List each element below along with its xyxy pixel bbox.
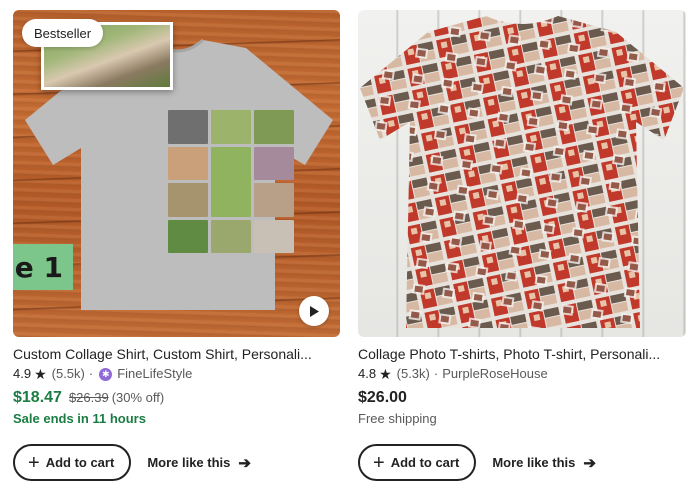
rating-row: 4.8 ★ (5.3k) · PurpleRoseHouse (358, 366, 686, 382)
more-like-this-label: More like this (492, 455, 576, 470)
rating-value: 4.8 (358, 366, 377, 381)
listing-actions-1: + Add to cart More like this ➔ (13, 444, 251, 481)
separator-dot: · (88, 366, 94, 381)
listing-actions-2: + Add to cart More like this ➔ (358, 444, 596, 481)
more-like-this-link[interactable]: More like this ➔ (492, 454, 596, 472)
more-like-this-label: More like this (147, 455, 231, 470)
discount-percent: (30% off) (111, 390, 165, 405)
play-icon (310, 305, 319, 317)
price-row: $18.47 $26.39 (30% off) (13, 389, 340, 407)
arrow-right-icon: ➔ (238, 454, 251, 472)
sale-price: $18.47 (13, 389, 62, 406)
listing-card-1[interactable]: e 1 Bestseller Custom Collage Shirt, Cus… (13, 10, 340, 427)
collage-tshirt-graphic (360, 16, 684, 328)
shop-name[interactable]: PurpleRoseHouse (442, 366, 548, 382)
sale-ends-text: Sale ends in 11 hours (13, 411, 146, 426)
more-like-this-link[interactable]: More like this ➔ (147, 454, 251, 472)
price-row: $26.00 (358, 389, 686, 407)
original-price: $26.39 (68, 390, 109, 405)
review-count: (5.5k) (51, 366, 85, 381)
arrow-right-icon: ➔ (583, 454, 596, 472)
shop-name[interactable]: FineLifeStyle (117, 366, 192, 382)
listing-title[interactable]: Collage Photo T-shirts, Photo T-shirt, P… (358, 345, 686, 363)
star-icon: ★ (379, 366, 392, 382)
separator-dot: · (433, 366, 439, 381)
add-to-cart-label: Add to cart (45, 455, 115, 470)
rating-row: 4.9 ★ (5.5k) · ✱ FineLifeStyle (13, 366, 340, 382)
star-seller-icon: ✱ (99, 367, 113, 381)
add-to-cart-button[interactable]: + Add to cart (13, 444, 132, 481)
add-to-cart-label: Add to cart (390, 455, 460, 470)
price: $26.00 (358, 389, 407, 406)
add-to-cart-button[interactable]: + Add to cart (358, 444, 477, 481)
plus-icon: + (28, 451, 40, 474)
review-count: (5.3k) (396, 366, 430, 381)
star-icon: ★ (34, 366, 47, 382)
photo-collage (168, 110, 294, 253)
listing-title[interactable]: Custom Collage Shirt, Custom Shirt, Pers… (13, 345, 340, 363)
listing-card-2[interactable]: Collage Photo T-shirts, Photo T-shirt, P… (358, 10, 686, 427)
listing-image-2[interactable] (358, 10, 686, 337)
bestseller-badge: Bestseller (22, 19, 104, 47)
plus-icon: + (373, 451, 385, 474)
rating-value: 4.9 (13, 366, 32, 381)
play-video-button[interactable] (299, 296, 329, 326)
free-shipping-text: Free shipping (358, 411, 437, 426)
listing-image-1[interactable]: e 1 Bestseller (13, 10, 340, 337)
image-tag: e 1 (13, 244, 73, 290)
